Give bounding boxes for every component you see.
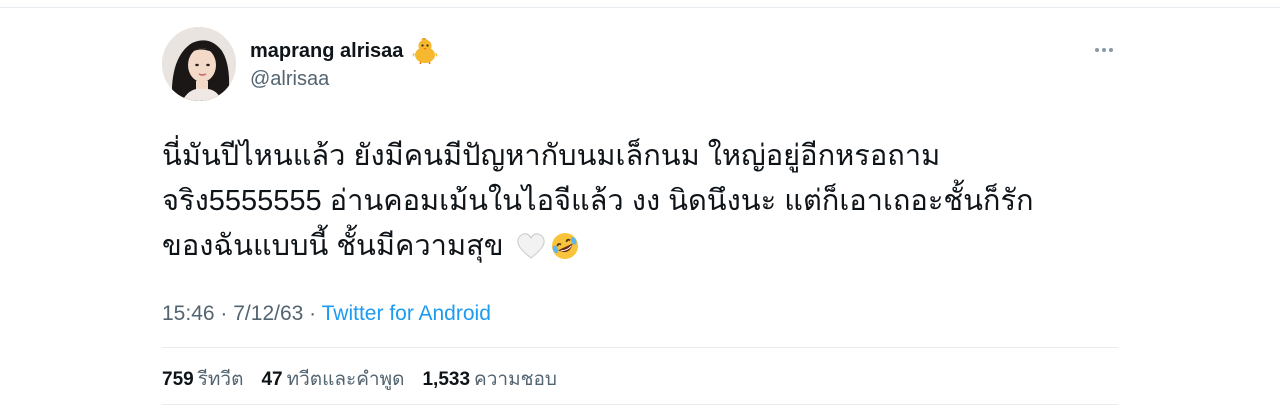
likes-label: ความชอบ — [474, 369, 557, 390]
rofl-face-icon — [550, 230, 580, 260]
avatar-photo — [162, 27, 236, 101]
tweet-text-line-with-emoji: ของฉันแบบนี้ ชั้นมีความสุข — [162, 224, 1118, 269]
tweet-text: นี่มันปีไหนแล้ว ยังมีคนมีปัญหากับนมเล็กน… — [162, 134, 1118, 269]
likes-stat[interactable]: 1,533 ความชอบ — [422, 364, 557, 394]
tweet-stats: 759 รีทวีต 47 ทวีตและคำพูด 1,533 ความชอบ — [162, 364, 557, 394]
user-handle[interactable]: @alrisaa — [250, 68, 329, 91]
tweet-detail: maprang alrisaa @alrisaa นี่มันปีไหนแล้ว… — [162, 0, 1118, 409]
divider — [162, 404, 1118, 405]
retweets-label: รีทวีต — [197, 369, 244, 390]
tweet-text-line: นี่มันปีไหนแล้ว ยังมีคนมีปัญหากับนมเล็กน… — [162, 140, 941, 172]
tweet-meta: 15:46 · 7/12/63 · Twitter for Android — [162, 302, 491, 326]
white-heart-icon — [516, 230, 546, 260]
baby-chick-icon — [411, 37, 439, 65]
meta-separator: · — [220, 302, 228, 325]
quotes-count: 47 — [261, 369, 283, 390]
name-row: maprang alrisaa — [250, 37, 439, 65]
display-name[interactable]: maprang alrisaa — [250, 40, 403, 63]
avatar[interactable] — [162, 27, 236, 101]
tweet-date[interactable]: 7/12/63 — [233, 302, 303, 325]
tweet-text-line: ของฉันแบบนี้ ชั้นมีความสุข — [162, 230, 504, 262]
more-options-icon[interactable] — [1090, 38, 1118, 62]
meta-separator: · — [309, 302, 317, 325]
retweets-count: 759 — [162, 369, 194, 390]
likes-count: 1,533 — [422, 369, 471, 390]
tweet-source-link[interactable]: Twitter for Android — [322, 302, 491, 325]
tweet-text-line: จริง5555555 อ่านคอมเม้นในไอจีแล้ว งง นิด… — [162, 185, 1034, 217]
tweet-time[interactable]: 15:46 — [162, 302, 215, 325]
divider — [162, 347, 1118, 348]
retweets-stat[interactable]: 759 รีทวีต — [162, 364, 243, 394]
quotes-label: ทวีตและคำพูด — [286, 369, 405, 390]
quote-tweets-stat[interactable]: 47 ทวีตและคำพูด — [261, 364, 404, 394]
